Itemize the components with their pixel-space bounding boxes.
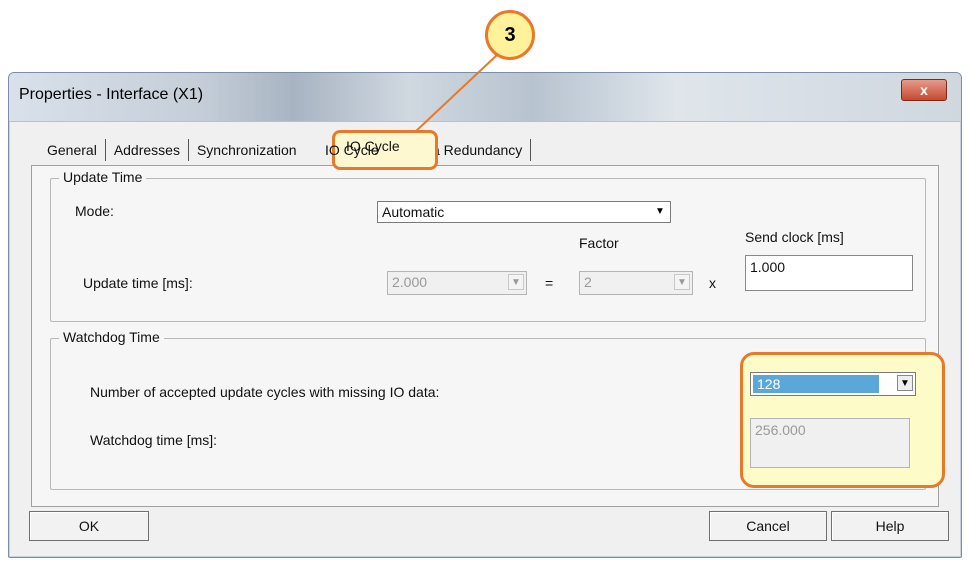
update-time-value: 2.000 — [392, 274, 428, 290]
update-time-group-title: Update Time — [59, 169, 147, 185]
ok-button[interactable]: OK — [29, 511, 149, 541]
watchdog-time-field: 256.000 — [750, 418, 910, 468]
cancel-button[interactable]: Cancel — [709, 511, 827, 541]
send-clock-value: 1.000 — [750, 259, 786, 275]
help-button[interactable]: Help — [831, 511, 949, 541]
update-time-group: Update Time Mode: Automatic ▼ Factor Sen… — [50, 169, 926, 322]
tab-addresses[interactable]: Addresses — [108, 142, 186, 158]
tab-synchronization[interactable]: Synchronization — [191, 142, 313, 158]
accepted-cycles-label: Number of accepted update cycles with mi… — [90, 384, 440, 400]
mode-dropdown[interactable]: Automatic ▼ — [377, 201, 671, 223]
watchdog-time-value: 256.000 — [755, 422, 806, 438]
factor-header: Factor — [579, 235, 619, 251]
tab-io-cycle-label-overlay[interactable]: IO Cycle — [346, 138, 400, 154]
factor-value: 2 — [584, 274, 592, 290]
update-time-dropdown[interactable]: 2.000 ▼ — [387, 271, 527, 295]
mode-value: Automatic — [382, 204, 445, 220]
tab-general[interactable]: General — [41, 142, 103, 158]
equals-sign: = — [545, 275, 554, 291]
mode-label: Mode: — [75, 203, 114, 219]
chevron-down-icon: ▼ — [897, 375, 913, 391]
chevron-down-icon: ▼ — [674, 274, 690, 290]
close-button[interactable]: x — [901, 79, 947, 101]
update-time-label: Update time [ms]: — [83, 275, 193, 291]
chevron-down-icon: ▼ — [655, 206, 665, 217]
watchdog-time-group-title: Watchdog Time — [59, 329, 164, 345]
multiply-sign: x — [709, 275, 716, 291]
step-callout-badge: 3 — [485, 10, 535, 60]
window-title: Properties - Interface (X1) — [19, 86, 204, 103]
tab-separator — [104, 139, 106, 161]
tab-strip: General Addresses Synchronization IO Cyc… — [41, 135, 533, 165]
tab-separator — [530, 139, 532, 161]
send-clock-field[interactable]: 1.000 — [745, 255, 913, 291]
accepted-cycles-value: 128 — [753, 375, 879, 393]
tab-separator — [187, 139, 189, 161]
chevron-down-icon: ▼ — [508, 274, 524, 290]
factor-dropdown[interactable]: 2 ▼ — [579, 271, 693, 295]
watchdog-time-label: Watchdog time [ms]: — [90, 432, 218, 448]
title-bar: Properties - Interface (X1) x — [9, 73, 961, 122]
send-clock-header: Send clock [ms] — [745, 229, 844, 245]
accepted-cycles-dropdown[interactable]: 128 ▼ — [750, 372, 916, 396]
